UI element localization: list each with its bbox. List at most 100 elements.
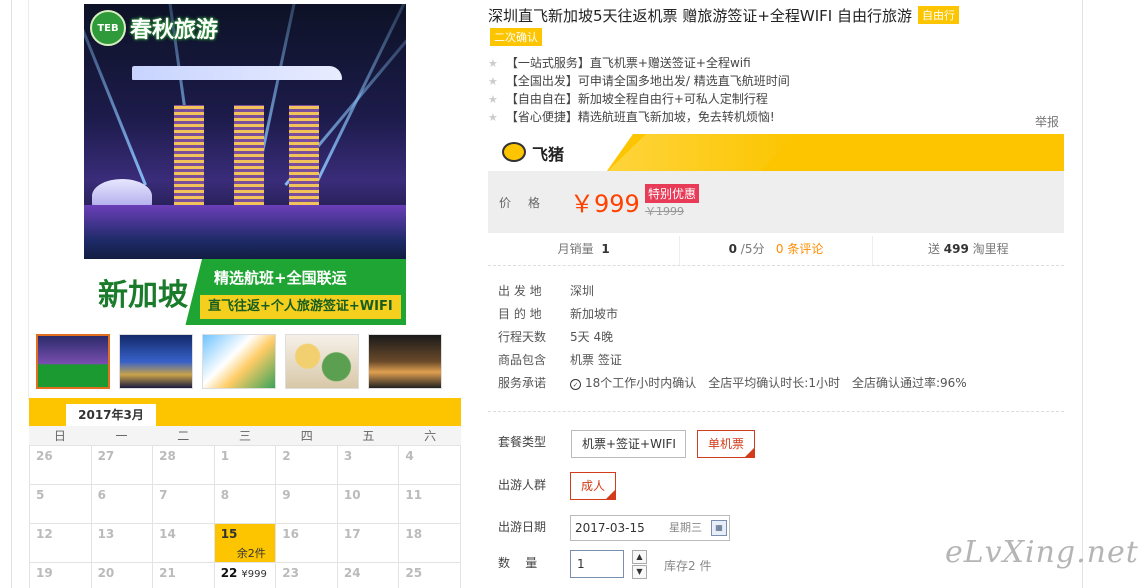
feature-text: 【自由自在】新加坡全程自由行+可私人定制行程 — [505, 92, 768, 106]
info-value: 深圳 — [570, 284, 595, 298]
service-item: 全店平均确认时长:1小时 — [708, 376, 840, 390]
calendar-day-selected[interactable]: 15 余2件 — [214, 524, 277, 563]
thumbnail-5[interactable] — [368, 334, 442, 389]
service-item: 18个工作小时内确认 — [585, 376, 697, 390]
calendar-weekdays: 日 一 二 三 四 五 六 — [29, 426, 461, 446]
skypark-deck — [132, 66, 342, 80]
feature-text: 【一站式服务】直飞机票+赠送签证+全程wifi — [505, 56, 751, 70]
info-row-service: 服务承诺 ✓ 18个工作小时内确认 全店平均确认时长:1小时 全店确认通过率:96% — [498, 374, 967, 397]
calendar-day: 16 — [276, 524, 338, 563]
calendar-day: 8 — [214, 485, 277, 524]
day-price: ¥999 — [241, 569, 267, 580]
calendar-day: 23 — [276, 563, 338, 588]
left-border — [11, 0, 12, 588]
info-row-includes: 商品包含 机票 签证 — [498, 351, 967, 374]
monthly-sales: 月销量 1 — [488, 236, 681, 265]
product-title: 深圳直飞新加坡5天往返机票 赠旅游签证+全程WIFI 自由行旅游 自由行 — [488, 5, 959, 26]
calendar-day-available[interactable]: 22 ¥999 — [215, 563, 277, 588]
stock-info: 库存2 件 — [664, 559, 712, 573]
calendar-day: 5 — [30, 485, 92, 524]
brand-bar-stripe — [608, 134, 798, 171]
calendar-day: 9 — [276, 485, 338, 524]
brand-logo-icon: TEB — [90, 10, 126, 46]
weekday-label: 二 — [177, 429, 190, 443]
reviews-link[interactable]: 0 条评论 — [776, 242, 823, 256]
rating-unit: /5分 — [740, 242, 765, 256]
info-label: 行程天数 — [498, 330, 547, 344]
feature-item: ★ 【省心便捷】精选航班直飞新加坡，免去转机烦恼! — [488, 108, 790, 126]
feature-item: ★ 【全国出发】可申请全国多地出发/ 精选直飞航班时间 — [488, 72, 790, 90]
qty-label: 数 量 — [498, 556, 538, 570]
calendar-day: 27 — [91, 446, 154, 485]
info-label: 出 发 地 — [498, 284, 542, 298]
gallery-border — [28, 0, 29, 400]
main-product-image[interactable]: TEB 春秋旅游 新加坡 精选航班+全国联运 直飞往返+个人旅游签证+WIFI — [84, 4, 406, 325]
original-price: ￥1999 — [645, 205, 684, 218]
calendar-header: 2017年3月 — [29, 398, 461, 426]
package-option-ticket-only[interactable]: 单机票 — [697, 430, 756, 458]
report-link[interactable]: 举报 — [1035, 113, 1059, 130]
price-box: 价格 ￥999 特别优惠 ￥1999 — [488, 171, 1064, 233]
date-input[interactable]: 2017-03-15 星期三 ▦ — [570, 515, 730, 541]
quantity-input[interactable]: 1 — [570, 550, 624, 578]
service-item: 全店确认通过率:96% — [851, 376, 967, 390]
thumbnail-3[interactable] — [202, 334, 276, 389]
calendar-grid: 26 27 28 1 2 3 4 5 6 7 8 9 10 11 12 13 1… — [29, 446, 461, 588]
weekday-label: 一 — [115, 429, 128, 443]
feature-list: ★ 【一站式服务】直飞机票+赠送签证+全程wifi ★ 【全国出发】可申请全国多地出… — [488, 54, 790, 126]
price-label: 价格 — [499, 196, 558, 210]
points-prefix: 送 — [927, 242, 940, 256]
calendar-day: 10 — [337, 485, 400, 524]
star-icon: ★ — [488, 57, 498, 70]
thumbnail-2[interactable] — [119, 334, 193, 389]
info-label: 服务承诺 — [498, 376, 547, 390]
monthly-sales-label: 月销量 — [557, 242, 594, 256]
date-value: 2017-03-15 — [575, 521, 645, 535]
info-row-destination: 目 的 地 新加坡市 — [498, 305, 967, 328]
image-banner: 新加坡 精选航班+全国联运 直飞往返+个人旅游签证+WIFI — [84, 259, 406, 325]
calendar-month-tab[interactable]: 2017年3月 — [66, 404, 156, 426]
calendar-day: 3 — [337, 446, 400, 485]
calendar-day: 18 — [399, 524, 461, 563]
package-option-visa-wifi[interactable]: 机票+签证+WIFI — [571, 430, 686, 458]
calendar-day: 24 — [338, 563, 400, 588]
day-number: 15 — [220, 527, 238, 541]
date-label: 出游日期 — [498, 520, 547, 534]
monthly-sales-value: 1 — [601, 242, 610, 256]
date-weekday: 星期三 — [669, 521, 702, 534]
feature-item: ★ 【一站式服务】直飞机票+赠送签证+全程wifi — [488, 54, 790, 72]
calendar-day: 1 — [214, 446, 277, 485]
info-row-departure: 出 发 地 深圳 — [498, 282, 967, 305]
points-value: 499 — [943, 242, 969, 256]
feature-text: 【全国出发】可申请全国多地出发/ 精选直飞航班时间 — [505, 74, 790, 88]
calendar-day: 25 — [399, 563, 461, 588]
banner-city: 新加坡 — [84, 259, 202, 325]
points-suffix: 淘里程 — [972, 242, 1009, 256]
weekday-label: 五 — [362, 429, 375, 443]
product-title-text: 深圳直飞新加坡5天往返机票 赠旅游签证+全程WIFI 自由行旅游 — [488, 7, 912, 25]
qty-down-icon[interactable]: ▼ — [632, 565, 647, 579]
calendar-day: 6 — [91, 485, 154, 524]
package-label: 套餐类型 — [498, 435, 547, 449]
calendar-day: 13 — [91, 524, 154, 563]
points: 送 499 淘里程 — [873, 236, 1064, 265]
calendar-day: 14 — [153, 524, 215, 563]
day-stock-note: 余2件 — [236, 547, 266, 560]
qty-up-icon[interactable]: ▲ — [632, 550, 647, 564]
calendar-day: 2 — [276, 446, 338, 485]
banner-line-2: 直飞往返+个人旅游签证+WIFI — [200, 295, 401, 319]
crowd-option-adult[interactable]: 成人 — [570, 472, 617, 500]
weekday-label: 六 — [424, 429, 437, 443]
calendar-day: 7 — [153, 485, 215, 524]
thumbnail-4[interactable] — [285, 334, 359, 389]
calendar-day: 4 — [399, 446, 461, 485]
info-value: 新加坡市 — [570, 307, 619, 321]
info-value: 5天 4晚 — [570, 330, 614, 344]
weekday-label: 日 — [53, 429, 66, 443]
calendar-day: 19 — [30, 563, 92, 588]
star-icon: ★ — [488, 111, 498, 124]
rating: 0 /5分 0 条评论 — [680, 236, 873, 265]
calendar-icon[interactable]: ▦ — [711, 520, 727, 536]
thumbnail-1[interactable] — [36, 334, 110, 389]
info-label: 商品包含 — [498, 353, 547, 367]
